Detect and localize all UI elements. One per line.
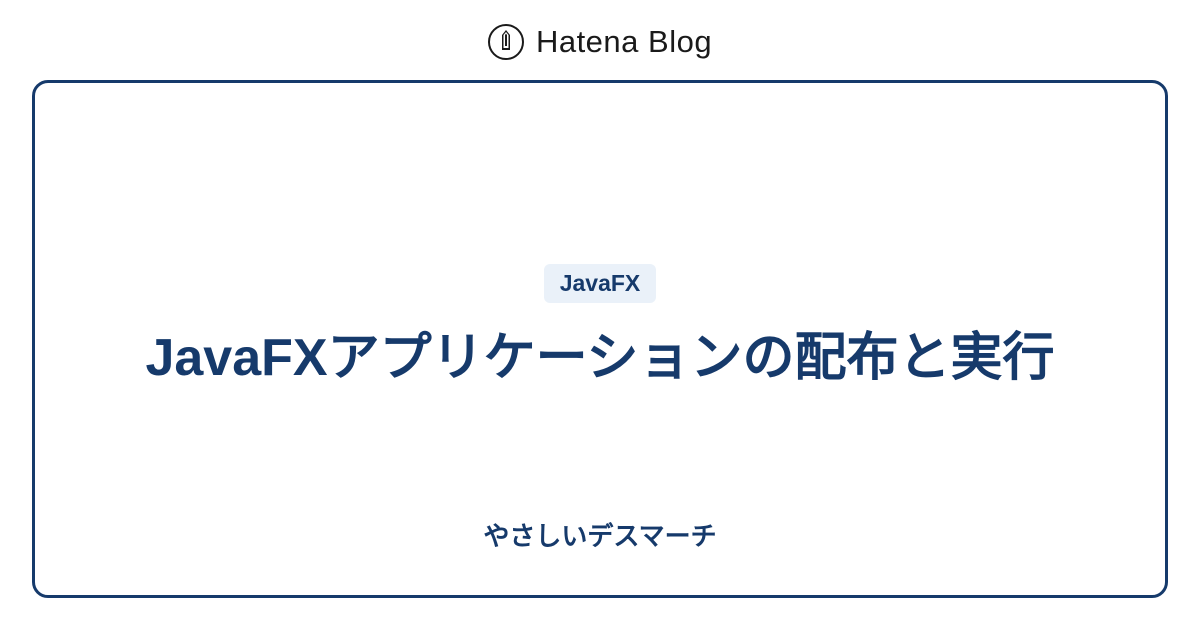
article-title: JavaFXアプリケーションの配布と実行 — [145, 323, 1054, 393]
article-card: JavaFX JavaFXアプリケーションの配布と実行 やさしいデスマーチ — [32, 80, 1168, 598]
blog-name: やさしいデスマーチ — [483, 516, 716, 553]
category-badge: JavaFX — [544, 264, 657, 303]
brand-name: Hatena Blog — [536, 24, 712, 60]
site-header: Hatena Blog — [0, 0, 1200, 80]
hatena-logo-icon — [488, 24, 524, 60]
